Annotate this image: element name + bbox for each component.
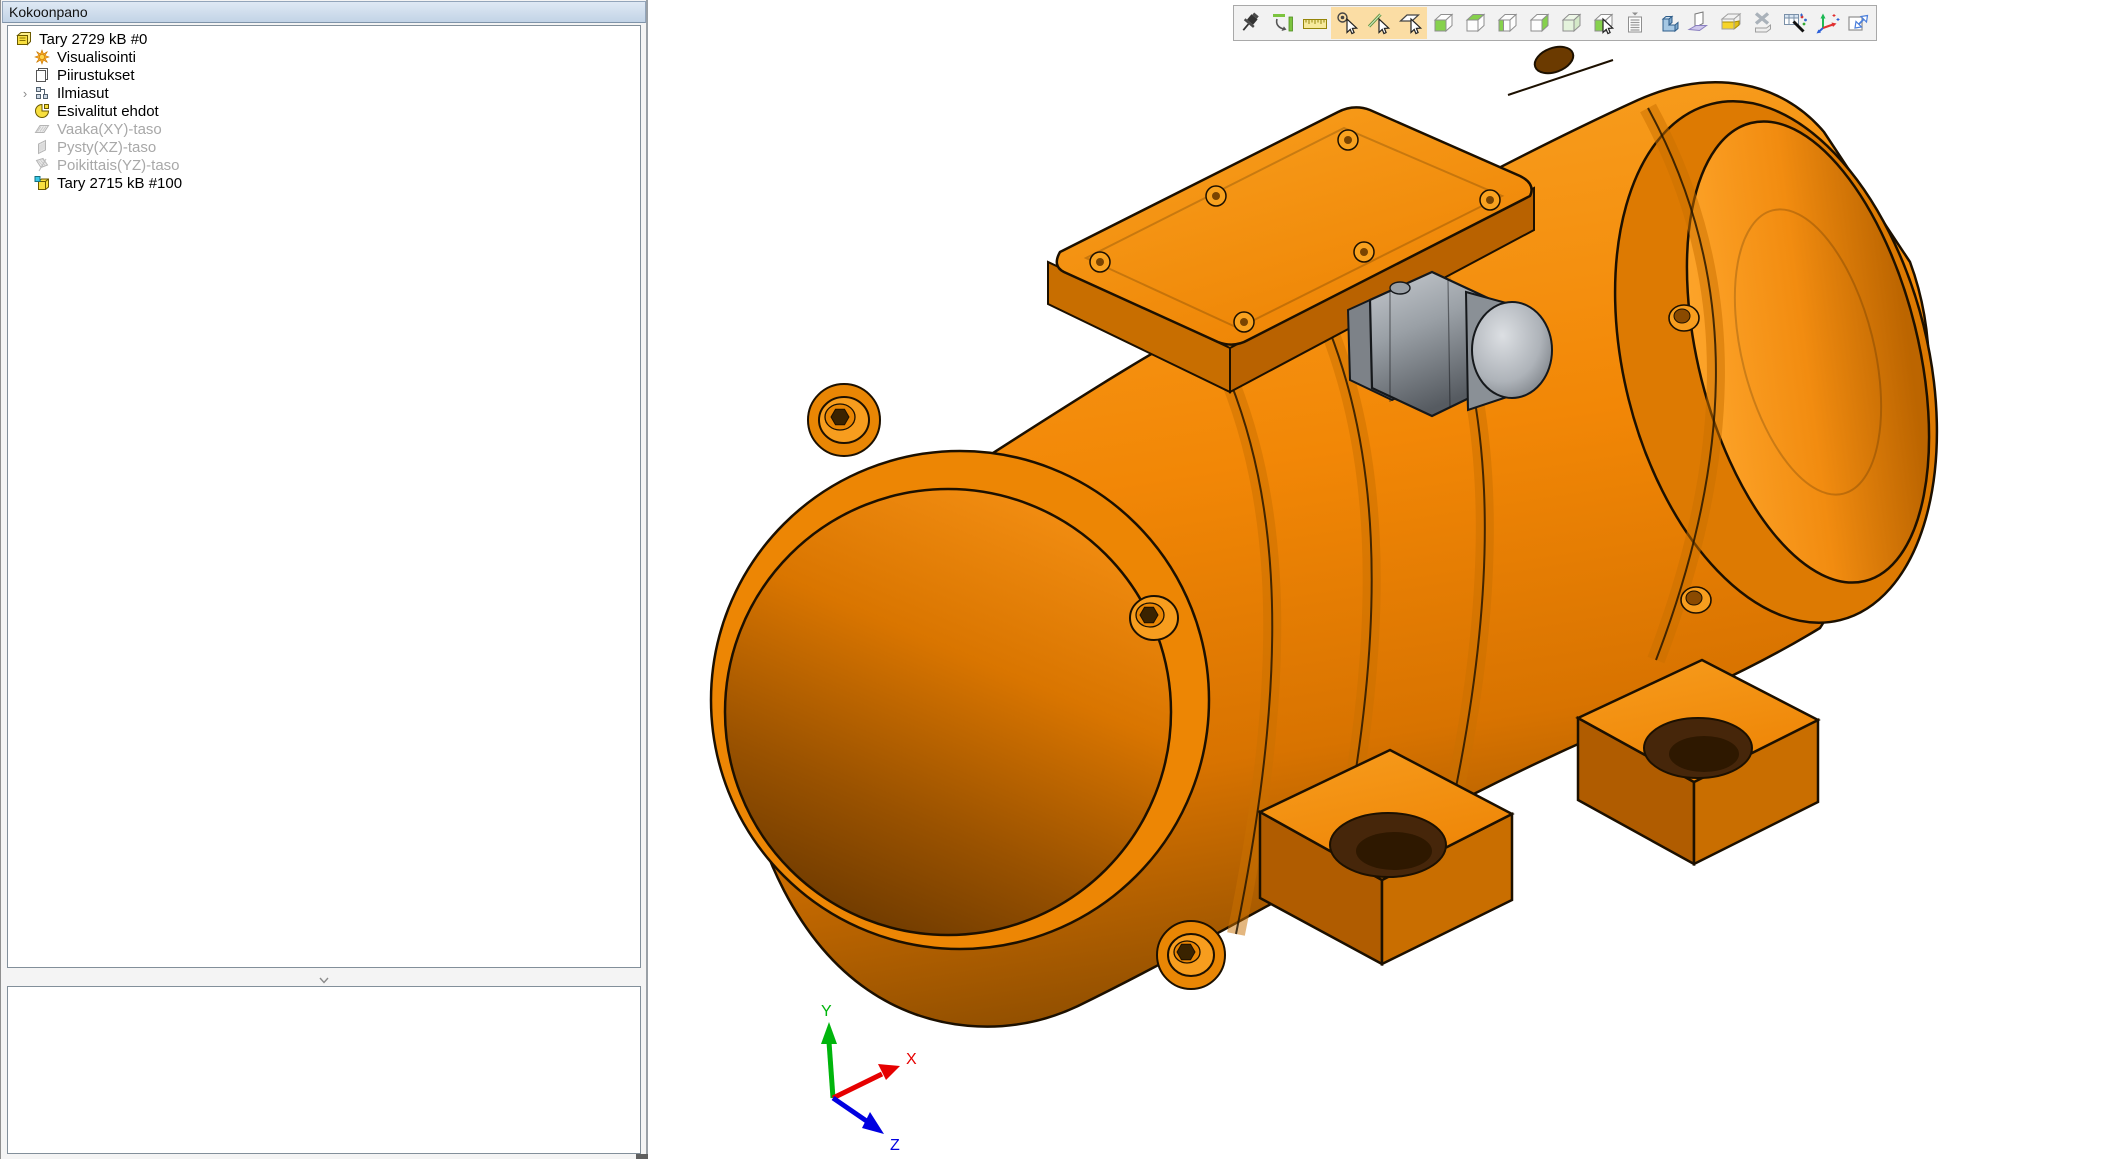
assembly-tree-panel[interactable]: Tary 2729 kB #0VisualisointiPiirustukset… xyxy=(7,25,641,968)
part-icon xyxy=(34,175,50,191)
tree-item-label: Poikittais(YZ)-taso xyxy=(57,157,180,174)
bounding-box-button[interactable] xyxy=(1715,7,1747,39)
select-edge-icon xyxy=(1366,10,1392,36)
drawings-icon xyxy=(34,67,50,83)
tree-item-label: Pysty(XZ)-taso xyxy=(57,139,156,156)
assembly-panel: Kokoonpano Tary 2729 kB #0VisualisointiP… xyxy=(0,0,648,1159)
select-point-button[interactable] xyxy=(1331,7,1363,39)
tree-item-poikittais-yz-taso[interactable]: Poikittais(YZ)-taso xyxy=(8,156,640,174)
tree-item-esivalitut-ehdot[interactable]: Esivalitut ehdot xyxy=(8,102,640,120)
tree-item-label: Tary 2729 kB #0 xyxy=(39,31,147,48)
secondary-panel[interactable] xyxy=(7,986,641,1154)
shaded-view-button[interactable] xyxy=(1555,7,1587,39)
chevron-down-icon xyxy=(318,977,330,985)
assembly-panel-title: Kokoonpano xyxy=(2,1,646,23)
select-face-button[interactable] xyxy=(1395,7,1427,39)
orbit-view-button[interactable] xyxy=(1267,7,1299,39)
tree-item-label: Piirustukset xyxy=(57,67,135,84)
select-edge-button[interactable] xyxy=(1363,7,1395,39)
vibration-motor-3d-model[interactable]: Y X Z xyxy=(648,0,2125,1159)
lifting-hole xyxy=(1531,42,1577,78)
tree-item-tary-2715-kb-100[interactable]: Tary 2715 kB #100 xyxy=(8,174,640,192)
view-face-top-button[interactable] xyxy=(1459,7,1491,39)
select-point-icon xyxy=(1334,10,1360,36)
coordinate-system-icon xyxy=(1814,10,1840,36)
tree-item-label: Ilmiasut xyxy=(57,85,109,102)
view-face-left-icon xyxy=(1494,10,1520,36)
selection-filter-icon xyxy=(1782,10,1808,36)
select-face-icon xyxy=(1398,10,1424,36)
hide-component-button[interactable] xyxy=(1747,7,1779,39)
transfer-view-button[interactable] xyxy=(1843,7,1875,39)
plane-yz-icon xyxy=(34,157,50,173)
view-face-front-icon xyxy=(1430,10,1456,36)
tree-item-vaaka-xy-taso[interactable]: Vaaka(XY)-taso xyxy=(8,120,640,138)
tree-item-label: Tary 2715 kB #100 xyxy=(57,175,182,192)
bounding-box-icon xyxy=(1718,10,1744,36)
assembly-tree: Tary 2729 kB #0VisualisointiPiirustukset… xyxy=(8,26,640,192)
view-face-right-icon xyxy=(1526,10,1552,36)
tree-item-ilmiasut[interactable]: › Ilmiasut xyxy=(8,84,640,102)
selection-filter-button[interactable] xyxy=(1779,7,1811,39)
plane-xz-icon xyxy=(34,139,50,155)
tree-item-pysty-xz-taso[interactable]: Pysty(XZ)-taso xyxy=(8,138,640,156)
tree-item-piirustukset[interactable]: Piirustukset xyxy=(8,66,640,84)
coordinate-system-button[interactable] xyxy=(1811,7,1843,39)
3d-viewport[interactable]: Y X Z xyxy=(648,0,2125,1159)
part-model-button[interactable] xyxy=(1651,7,1683,39)
measure-icon xyxy=(1302,10,1328,36)
tree-item-label: Vaaka(XY)-taso xyxy=(57,121,162,138)
tree-item-label: Esivalitut ehdot xyxy=(57,103,159,120)
shaded-view-icon xyxy=(1558,10,1584,36)
measure-button[interactable] xyxy=(1299,7,1331,39)
viewport-toolbar xyxy=(1233,5,1877,41)
feature-list-button[interactable] xyxy=(1619,7,1651,39)
pin-button[interactable] xyxy=(1235,7,1267,39)
hide-component-icon xyxy=(1750,10,1776,36)
preselected-constraints-icon xyxy=(34,103,50,119)
select-body-button[interactable] xyxy=(1587,7,1619,39)
select-body-icon xyxy=(1590,10,1616,36)
chevron-right-icon[interactable]: › xyxy=(16,86,34,101)
panel-splitter[interactable] xyxy=(7,972,641,986)
transfer-view-icon xyxy=(1846,10,1872,36)
feature-list-icon xyxy=(1622,10,1648,36)
axis-triad: Y X Z xyxy=(821,1003,917,1154)
assembly-icon xyxy=(16,31,32,47)
tree-item-visualisointi[interactable]: Visualisointi xyxy=(8,48,640,66)
pin-icon xyxy=(1238,10,1264,36)
part-model-icon xyxy=(1654,10,1680,36)
configurations-icon xyxy=(34,85,50,101)
sketch-plane-icon xyxy=(1686,10,1712,36)
visualization-icon xyxy=(34,49,50,65)
tree-item-tary-2729-kb-0[interactable]: Tary 2729 kB #0 xyxy=(8,30,640,48)
cad-application-window: Kokoonpano Tary 2729 kB #0VisualisointiP… xyxy=(0,0,2125,1159)
plane-xy-icon xyxy=(34,121,50,137)
axis-label-y: Y xyxy=(821,1003,832,1020)
axis-label-x: X xyxy=(906,1051,917,1068)
axis-label-z: Z xyxy=(890,1137,900,1154)
tree-item-label: Visualisointi xyxy=(57,49,136,66)
view-face-right-button[interactable] xyxy=(1523,7,1555,39)
view-face-front-button[interactable] xyxy=(1427,7,1459,39)
sketch-plane-button[interactable] xyxy=(1683,7,1715,39)
view-face-left-button[interactable] xyxy=(1491,7,1523,39)
view-face-top-icon xyxy=(1462,10,1488,36)
orbit-view-icon xyxy=(1270,10,1296,36)
